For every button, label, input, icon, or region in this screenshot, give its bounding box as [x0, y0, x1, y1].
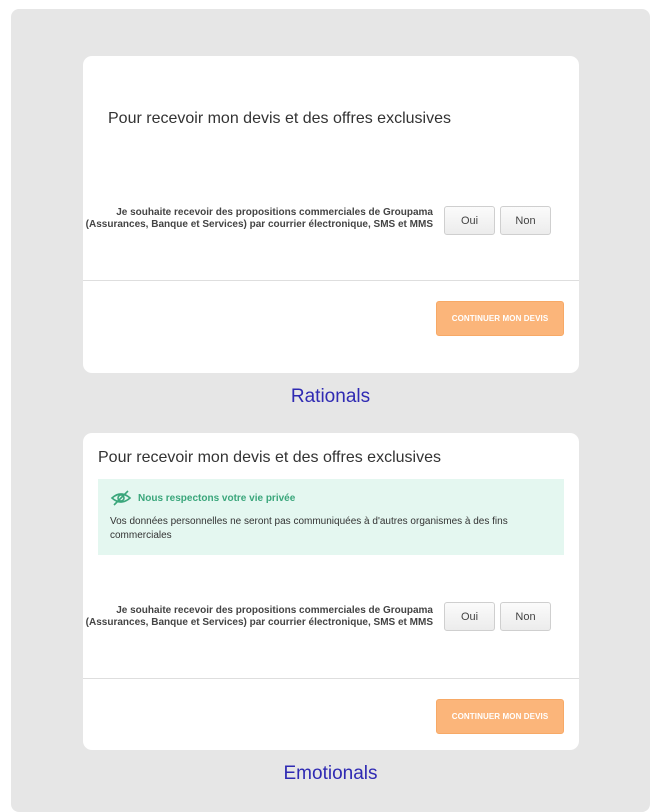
privacy-header: Nous respectons votre vie privée [110, 490, 295, 506]
rational-variant-card: Pour recevoir mon devis et des offres ex… [83, 56, 579, 373]
consent-text: Je souhaite recevoir des propositions co… [83, 605, 433, 629]
card-title: Pour recevoir mon devis et des offres ex… [108, 110, 451, 127]
continue-quote-button[interactable]: CONTINUER MON DEVIS [436, 301, 564, 336]
privacy-text: Vos données personnelles ne seront pas c… [110, 516, 508, 541]
yes-button[interactable]: Oui [444, 206, 495, 235]
privacy-title: Nous respectons votre vie privée [138, 492, 296, 504]
no-button[interactable]: Non [500, 602, 551, 631]
consent-line-1: Je souhaite recevoir des propositions co… [116, 605, 433, 616]
card-title: Pour recevoir mon devis et des offres ex… [98, 449, 441, 466]
privacy-notice: Nous respectons votre vie privée Vos don… [98, 479, 564, 555]
eye-slash-icon [110, 490, 132, 506]
consent-line-1: Je souhaite recevoir des propositions co… [116, 207, 433, 218]
consent-line-2: (Assurances, Banque et Services) par cou… [85, 219, 433, 230]
no-button[interactable]: Non [500, 206, 551, 235]
consent-text: Je souhaite recevoir des propositions co… [83, 207, 433, 231]
divider [83, 678, 579, 679]
variant-caption-emotional: Emotionals [283, 763, 378, 784]
divider [83, 280, 579, 281]
yes-button[interactable]: Oui [444, 602, 495, 631]
variant-caption-rational: Rationals [290, 386, 371, 407]
consent-line-2: (Assurances, Banque et Services) par cou… [85, 617, 433, 628]
continue-quote-button[interactable]: CONTINUER MON DEVIS [436, 699, 564, 734]
emotional-variant-card: Pour recevoir mon devis et des offres ex… [83, 433, 579, 750]
